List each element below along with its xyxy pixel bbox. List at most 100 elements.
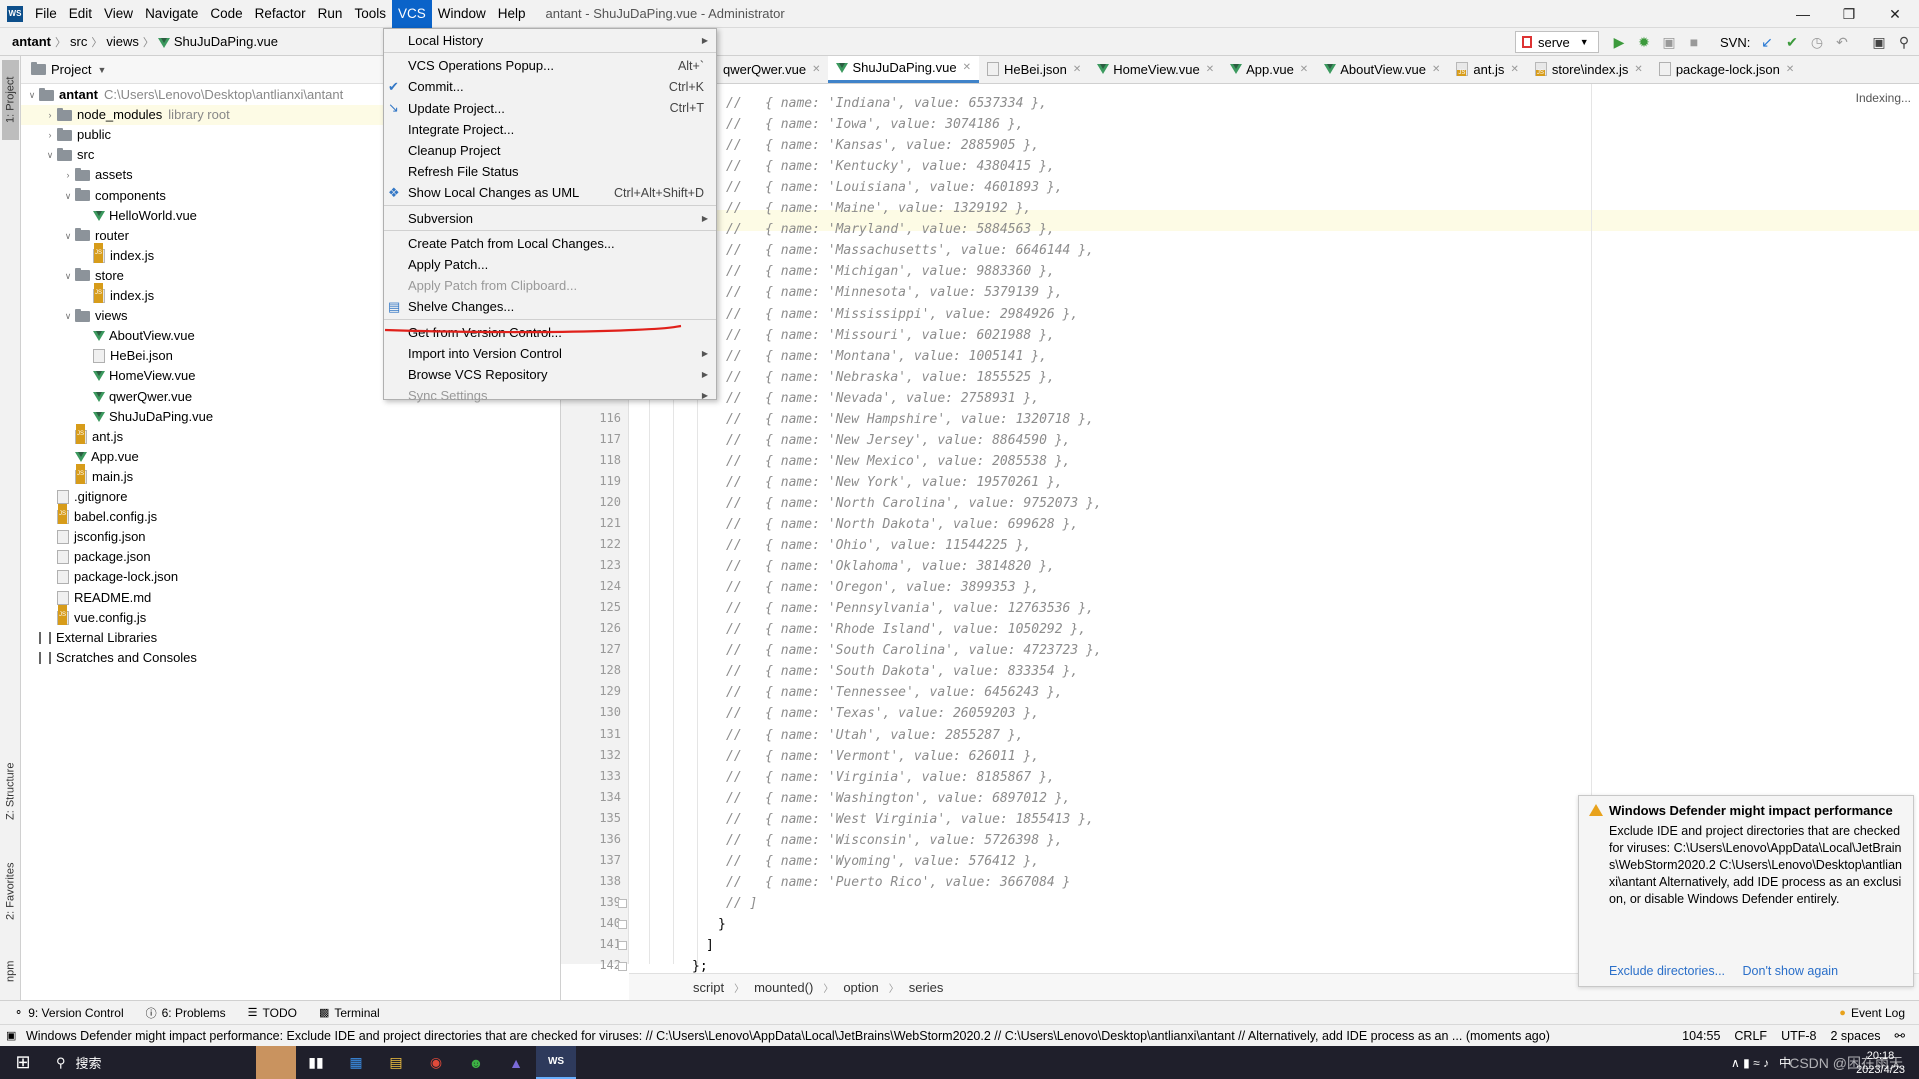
vcs-menu-item[interactable]: Cleanup Project	[384, 140, 716, 161]
fold-marker-icon[interactable]	[618, 919, 627, 929]
vcs-menu-item[interactable]: Integrate Project...	[384, 119, 716, 140]
menu-edit[interactable]: Edit	[63, 0, 98, 28]
exclude-directories-link[interactable]: Exclude directories...	[1609, 964, 1725, 978]
close-tab-icon[interactable]: ✕	[1786, 64, 1794, 75]
windows-start-icon[interactable]: ⊞	[0, 1046, 46, 1079]
tree-item[interactable]: ∨ src	[43, 145, 95, 165]
editor-tab[interactable]: App.vue ✕	[1222, 56, 1316, 83]
close-tab-icon[interactable]: ✕	[1300, 64, 1308, 75]
vcs-menu-item[interactable]: Create Patch from Local Changes...	[384, 233, 716, 254]
vcs-menu-item[interactable]: ↘ Update Project... Ctrl+T	[384, 98, 716, 119]
menu-view[interactable]: View	[98, 0, 139, 28]
close-icon[interactable]: ✕	[1872, 0, 1918, 28]
tree-item[interactable]: vue.config.js	[43, 604, 146, 628]
tab-project[interactable]: 1: Project	[2, 60, 19, 140]
minimize-icon[interactable]: —	[1780, 0, 1826, 28]
editor-tab[interactable]: ShuJuDaPing.vue ✕	[828, 56, 979, 83]
line-separator[interactable]: CRLF	[1734, 1029, 1767, 1043]
tab-event-log[interactable]: ● Event Log	[1839, 1006, 1905, 1020]
code-breadcrumb-item[interactable]: script	[693, 980, 724, 995]
maximize-icon[interactable]: ❐	[1826, 0, 1872, 28]
chevron-down-icon[interactable]: ∨	[25, 85, 39, 105]
status-message[interactable]: Windows Defender might impact performanc…	[26, 1029, 1682, 1043]
store-icon[interactable]: ▦	[336, 1046, 376, 1079]
tree-item[interactable]: jsconfig.json	[43, 527, 146, 547]
editor-tab[interactable]: HomeView.vue ✕	[1089, 56, 1222, 83]
tree-item[interactable]: main.js	[61, 463, 133, 487]
caret-position[interactable]: 104:55	[1682, 1029, 1720, 1043]
taskbar-search[interactable]: ⚲ 搜索	[46, 1046, 256, 1079]
code-breadcrumb-item[interactable]: series	[909, 980, 944, 995]
rollback-icon[interactable]: ↶	[1831, 31, 1853, 53]
chevron-down-icon[interactable]: ∨	[61, 226, 75, 246]
vcs-menu-item[interactable]: Subversion ▶	[384, 208, 716, 229]
vcs-menu-item[interactable]: ❖ Show Local Changes as UML Ctrl+Alt+Shift…	[384, 182, 716, 203]
menu-navigate[interactable]: Navigate	[139, 0, 204, 28]
code-breadcrumb-item[interactable]: option	[843, 980, 878, 995]
tree-item[interactable]: App.vue	[61, 447, 139, 467]
menu-refactor[interactable]: Refactor	[249, 0, 312, 28]
debug-icon[interactable]: ✹	[1633, 31, 1655, 53]
wechat-icon[interactable]: ☻	[456, 1046, 496, 1079]
tree-item[interactable]: AboutView.vue	[79, 326, 195, 346]
tree-item[interactable]: qwerQwer.vue	[79, 387, 192, 407]
menu-window[interactable]: Window	[432, 0, 492, 28]
breadcrumb-item[interactable]: views	[102, 34, 143, 49]
fold-marker-icon[interactable]	[618, 898, 627, 908]
close-tab-icon[interactable]: ✕	[1432, 64, 1440, 75]
tree-item[interactable]: HelloWorld.vue	[79, 206, 197, 226]
indent-setting[interactable]: 2 spaces	[1830, 1029, 1880, 1043]
close-tab-icon[interactable]: ✕	[1634, 64, 1642, 75]
lock-icon[interactable]: ⚯	[1895, 1028, 1905, 1043]
tab-favorites[interactable]: 2: Favorites	[2, 846, 19, 936]
chevron-down-icon[interactable]: ∨	[61, 186, 75, 206]
chevron-down-icon[interactable]: ∨	[61, 306, 75, 326]
tab-todo[interactable]: ☰ TODO	[248, 1006, 297, 1020]
webstorm-taskbar-icon[interactable]: WS	[536, 1046, 576, 1079]
tree-item[interactable]: babel.config.js	[43, 504, 157, 527]
tree-item[interactable]: ∨ views	[61, 306, 128, 326]
svn-commit-icon[interactable]: ✔	[1781, 31, 1803, 53]
editor-tab[interactable]: package-lock.json ✕	[1651, 56, 1802, 83]
app-icon[interactable]: ▲	[496, 1046, 536, 1079]
tree-item[interactable]: ∨ antant C:\Users\Lenovo\Desktop\antlianxi…	[25, 85, 343, 105]
vcs-menu-item[interactable]: Local History ▶	[384, 30, 716, 51]
tray-icons[interactable]: ∧ ▮ ≈ ♪	[1731, 1056, 1769, 1070]
menu-code[interactable]: Code	[204, 0, 248, 28]
tree-item[interactable]: HeBei.json	[79, 346, 173, 366]
code-breadcrumb-item[interactable]: mounted()	[754, 980, 813, 995]
history-icon[interactable]: ◷	[1806, 31, 1828, 53]
tree-item[interactable]: › public	[43, 125, 111, 145]
vcs-menu-item[interactable]: Import into Version Control ▶	[384, 343, 716, 364]
close-tab-icon[interactable]: ✕	[1073, 64, 1081, 75]
tree-item[interactable]: External Libraries	[25, 628, 157, 648]
tree-item[interactable]: HomeView.vue	[79, 366, 195, 386]
vcs-menu-item[interactable]: VCS Operations Popup... Alt+`	[384, 55, 716, 76]
chevron-right-icon[interactable]: ›	[43, 125, 57, 145]
menu-vcs[interactable]: VCS	[391, 0, 432, 28]
tab-npm[interactable]: npm	[2, 946, 19, 996]
editor-tab[interactable]: AboutView.vue ✕	[1316, 56, 1448, 83]
tree-item[interactable]: package.json	[43, 547, 151, 567]
close-tab-icon[interactable]: ✕	[1206, 64, 1214, 75]
tree-item[interactable]: Scratches and Consoles	[25, 648, 197, 668]
tree-item[interactable]: ∨ components	[61, 186, 166, 206]
file-explorer-icon[interactable]: ▤	[376, 1046, 416, 1079]
vcs-menu-item[interactable]: ✔ Commit... Ctrl+K	[384, 76, 716, 97]
chevron-down-icon[interactable]: ∨	[43, 145, 57, 165]
tree-item[interactable]: package-lock.json	[43, 567, 178, 587]
chevron-right-icon[interactable]: ›	[61, 165, 75, 185]
breadcrumb-item[interactable]: ShuJuDaPing.vue	[154, 34, 282, 49]
fold-marker-icon[interactable]	[618, 941, 627, 950]
svn-update-icon[interactable]: ↙	[1756, 31, 1778, 53]
dont-show-again-link[interactable]: Don't show again	[1743, 964, 1839, 978]
tree-item[interactable]: .gitignore	[43, 487, 127, 507]
project-structure-icon[interactable]: ▣	[1868, 31, 1890, 53]
tab-terminal[interactable]: ▩ Terminal	[319, 1006, 380, 1020]
task-view-icon[interactable]: ▮▮	[296, 1046, 336, 1079]
editor-tab[interactable]: HeBei.json ✕	[979, 56, 1089, 83]
search-icon[interactable]: ⚲	[1893, 31, 1915, 53]
chevron-down-icon[interactable]: ∨	[61, 266, 75, 286]
close-tab-icon[interactable]: ✕	[1510, 64, 1518, 75]
editor-tab[interactable]: ant.js ✕	[1448, 56, 1526, 83]
